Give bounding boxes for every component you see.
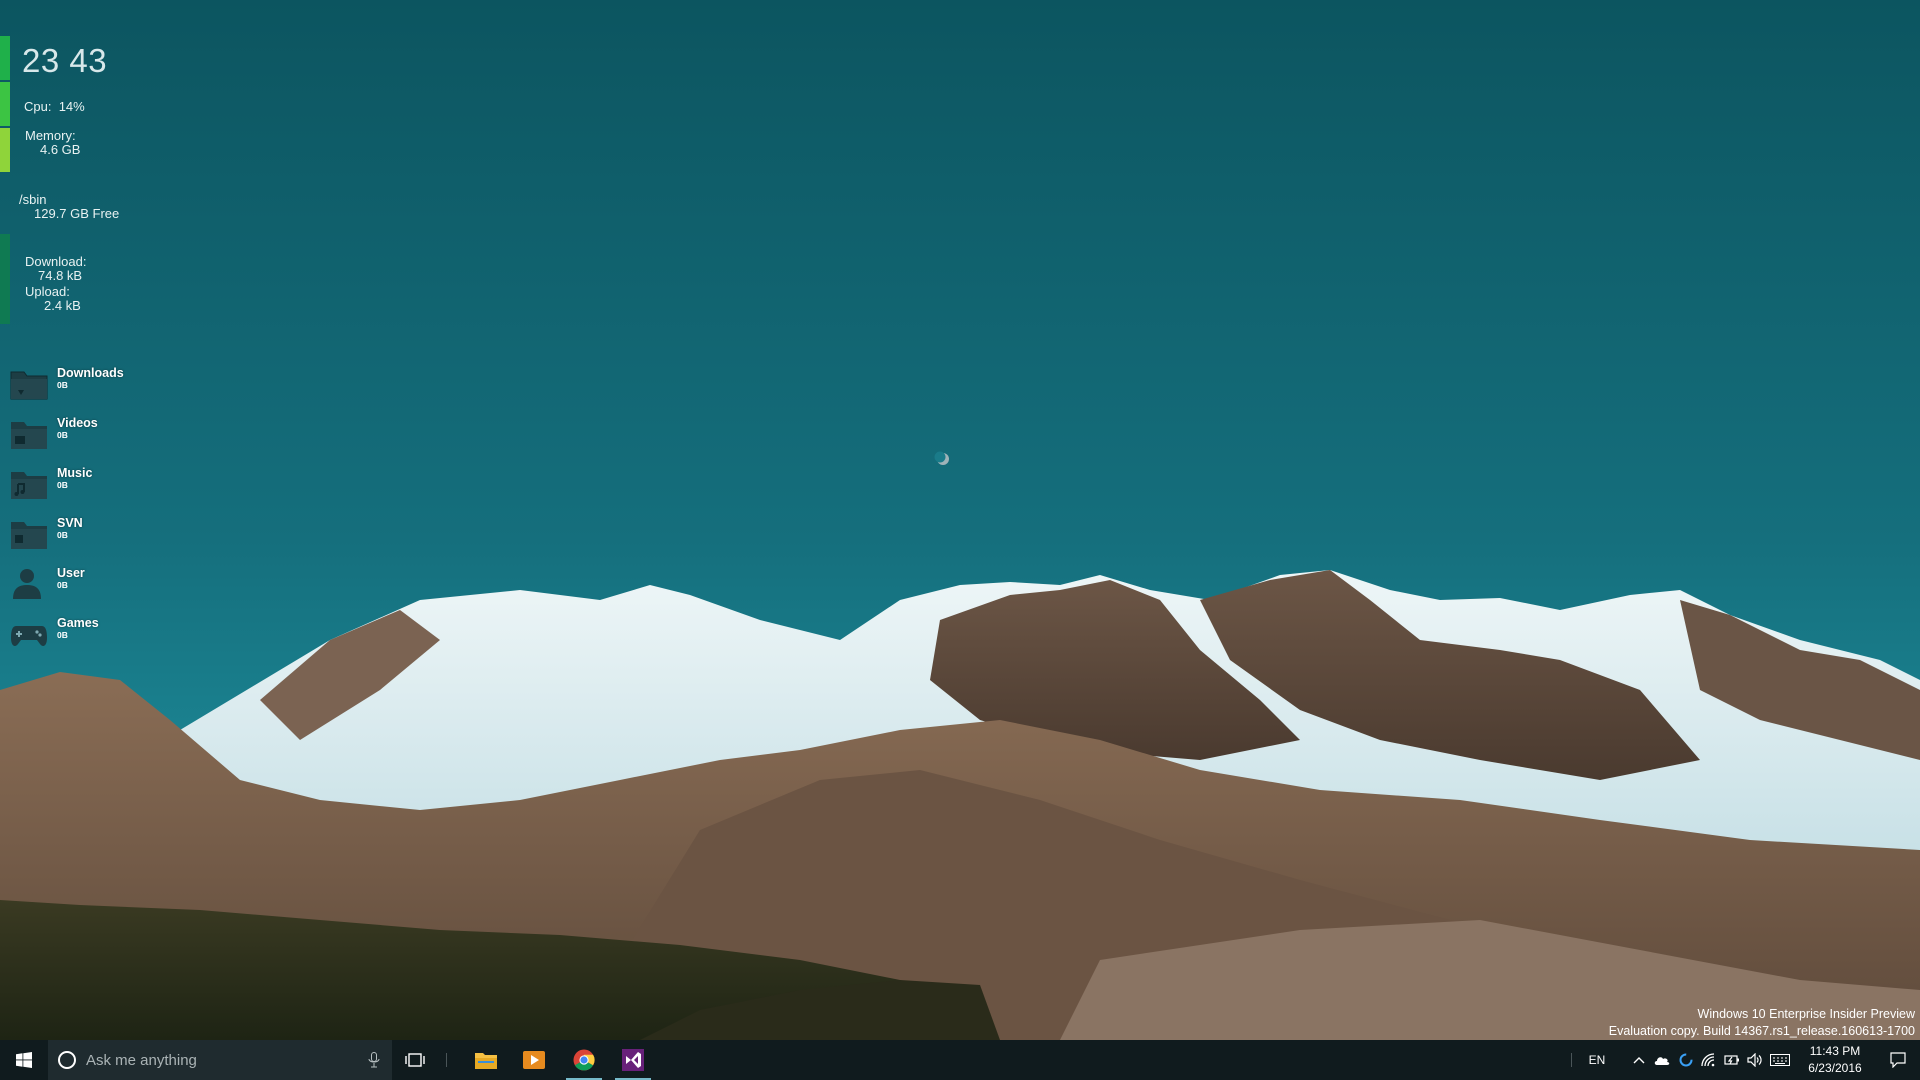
shortcut-size: 0B: [57, 480, 68, 490]
tray-sync[interactable]: [1675, 1040, 1697, 1080]
system-monitor-widget: 23 43 Cpu: 14% Memory: 4.6 GB /sbin 129.…: [0, 0, 200, 340]
watermark-line-2: Evaluation copy. Build 14367.rs1_release…: [1608, 1024, 1915, 1038]
action-center-button[interactable]: [1878, 1040, 1918, 1080]
media-player-icon: [523, 1051, 545, 1069]
shortcut-label: Games: [57, 616, 99, 630]
start-button[interactable]: [0, 1040, 48, 1080]
clock-bar: [0, 36, 10, 80]
microphone-icon[interactable]: [368, 1052, 380, 1068]
shortcut-svn[interactable]: SVN 0B: [10, 512, 150, 554]
shortcut-size: 0B: [57, 430, 68, 440]
language-indicator[interactable]: EN: [1582, 1040, 1612, 1080]
tray-battery[interactable]: [1721, 1040, 1743, 1080]
shortcut-games[interactable]: Games 0B: [10, 612, 150, 654]
search-input[interactable]: [84, 1050, 358, 1070]
cpu-label: Cpu:: [24, 99, 52, 114]
cortana-search-box[interactable]: [48, 1040, 392, 1080]
folder-video-icon: [11, 422, 47, 449]
shortcut-label: Videos: [57, 416, 98, 430]
taskbar-app-chrome[interactable]: [560, 1040, 608, 1080]
upload-value: 2.4 kB: [44, 298, 81, 313]
shortcut-label: Downloads: [57, 366, 124, 380]
visual-studio-icon: [622, 1049, 644, 1071]
task-view-button[interactable]: [400, 1040, 430, 1080]
cpu-readout: Cpu: 14%: [24, 100, 85, 114]
sync-icon: [1679, 1053, 1693, 1067]
os-watermark: Windows 10 Enterprise Insider Preview Ev…: [1609, 1006, 1915, 1040]
upload-label: Upload:: [25, 284, 70, 299]
tray-volume[interactable]: [1744, 1040, 1766, 1080]
disk-path: /sbin: [19, 192, 47, 207]
cortana-icon: [58, 1051, 76, 1069]
download-value: 74.8 kB: [38, 268, 83, 283]
taskbar-divider: [445, 1040, 447, 1080]
show-hidden-icons-button[interactable]: [1628, 1040, 1650, 1080]
taskbar-app-media-player[interactable]: [510, 1040, 558, 1080]
disk-free: 129.7 GB Free: [34, 206, 120, 221]
volume-icon: [1747, 1053, 1762, 1067]
folder-svn-icon: [11, 522, 47, 549]
folder-music-icon: [11, 472, 47, 499]
language-label: EN: [1588, 1053, 1606, 1067]
shortcut-label: User: [57, 566, 85, 580]
shortcut-size: 0B: [57, 530, 68, 540]
file-explorer-icon: [475, 1053, 497, 1069]
shortcut-size: 0B: [57, 630, 68, 640]
tray-network[interactable]: [1698, 1040, 1720, 1080]
taskbar-app-visual-studio[interactable]: [609, 1040, 657, 1080]
notification-icon: [1890, 1052, 1906, 1068]
onedrive-icon: [1654, 1057, 1670, 1065]
watermark-line-1: Windows 10 Enterprise Insider Preview: [1697, 1007, 1915, 1021]
memory-label: Memory:: [25, 128, 76, 143]
shortcut-downloads[interactable]: Downloads 0B: [10, 362, 150, 404]
memory-bar: [0, 128, 10, 172]
shortcut-label: SVN: [57, 516, 83, 530]
shortcut-size: 0B: [57, 380, 68, 390]
clock-display: 23 43: [22, 42, 108, 79]
windows-logo-icon: [16, 1052, 32, 1068]
taskbar-time: 11:43 PM: [1809, 1044, 1861, 1058]
shortcut-videos[interactable]: Videos 0B: [10, 412, 150, 454]
cpu-bar: [0, 82, 10, 126]
shortcut-music[interactable]: Music 0B: [10, 462, 150, 504]
battery-charging-icon: [1724, 1055, 1739, 1065]
download-label: Download:: [25, 254, 87, 269]
taskbar: EN: [0, 1040, 1920, 1080]
tray-touch-keyboard[interactable]: [1767, 1040, 1793, 1080]
shortcut-user[interactable]: User 0B: [10, 562, 150, 604]
gamepad-icon: [11, 626, 47, 646]
desktop-wallpaper: [0, 0, 1920, 1080]
shortcut-label: Music: [57, 466, 93, 480]
taskbar-date: 6/23/2016: [1808, 1061, 1862, 1075]
wifi-icon: [1701, 1053, 1715, 1067]
cpu-value: 14%: [58, 99, 85, 114]
tray-onedrive[interactable]: [1651, 1040, 1673, 1080]
task-view-icon: [405, 1053, 425, 1067]
taskbar-app-file-explorer[interactable]: [462, 1040, 510, 1080]
folder-download-icon: [10, 371, 48, 400]
tray-divider: [1570, 1040, 1572, 1080]
chrome-icon: [573, 1049, 595, 1071]
network-bar: [0, 234, 10, 324]
memory-value: 4.6 GB: [40, 142, 81, 157]
user-icon: [13, 569, 41, 599]
chevron-up-icon: [1633, 1057, 1645, 1064]
keyboard-icon: [1770, 1054, 1790, 1066]
taskbar-clock[interactable]: 11:43 PM 6/23/2016: [1795, 1040, 1875, 1080]
shortcut-size: 0B: [57, 580, 68, 590]
